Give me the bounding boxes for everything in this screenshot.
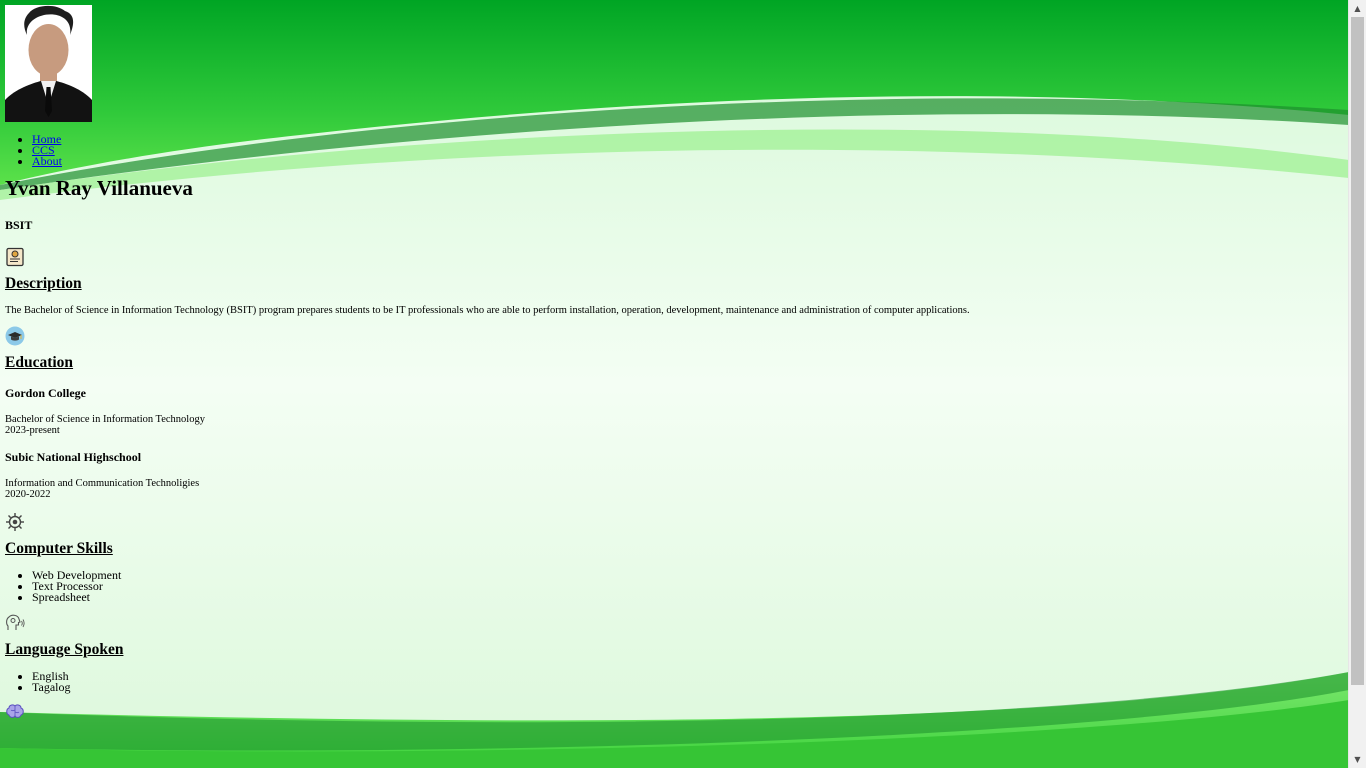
- education-heading: Education: [5, 354, 74, 371]
- school-name: Gordon College: [5, 386, 86, 400]
- school-program: Information and Communication Technoligi…: [5, 478, 200, 489]
- profile-photo: [5, 5, 92, 122]
- nav-item-about: About: [32, 154, 1345, 168]
- profile-name: Yvan Ray Villanueva: [5, 176, 193, 200]
- vertical-scrollbar[interactable]: ▲ ▼: [1348, 0, 1366, 768]
- profile-role: BSIT: [5, 218, 33, 232]
- nav-link-about[interactable]: About: [32, 154, 62, 168]
- list-item: Text Processor: [32, 580, 1345, 592]
- scrollbar-thumb[interactable]: [1351, 17, 1364, 685]
- gear-icon: [6, 513, 24, 531]
- scroll-up-arrow-icon[interactable]: ▲: [1349, 0, 1366, 17]
- school-years: 2020-2022: [5, 489, 51, 500]
- nav-item-home: Home: [32, 133, 1345, 145]
- school-details: Information and Communication Technoligi…: [5, 478, 1345, 500]
- nav-menu: Home CCS About: [5, 133, 1345, 168]
- school-details: Bachelor of Science in Information Techn…: [5, 414, 1345, 436]
- brain-icon: [6, 704, 24, 718]
- school-name: Subic National Highschool: [5, 450, 142, 464]
- speaking-head-icon: [6, 614, 25, 630]
- description-heading: Description: [5, 275, 82, 292]
- list-item: Web Development: [32, 569, 1345, 581]
- list-item: English: [32, 670, 1345, 682]
- skills-heading: Computer Skills: [5, 540, 113, 557]
- languages-list: English Tagalog: [5, 670, 1345, 693]
- nav-item-ccs: CCS: [32, 144, 1345, 156]
- description-text: The Bachelor of Science in Information T…: [5, 305, 970, 316]
- scroll-down-arrow-icon[interactable]: ▼: [1349, 751, 1366, 768]
- school-years: 2023-present: [5, 425, 60, 436]
- school-program: Bachelor of Science in Information Techn…: [5, 414, 205, 425]
- page-content: Home CCS About Yvan Ray Villanueva BSIT …: [5, 5, 1345, 721]
- graduation-cap-icon: [5, 326, 25, 346]
- languages-heading: Language Spoken: [5, 641, 124, 658]
- list-item: Spreadsheet: [32, 591, 1345, 603]
- skills-list: Web Development Text Processor Spreadshe…: [5, 569, 1345, 603]
- list-item: Tagalog: [32, 681, 1345, 693]
- certificate-icon: [6, 247, 24, 267]
